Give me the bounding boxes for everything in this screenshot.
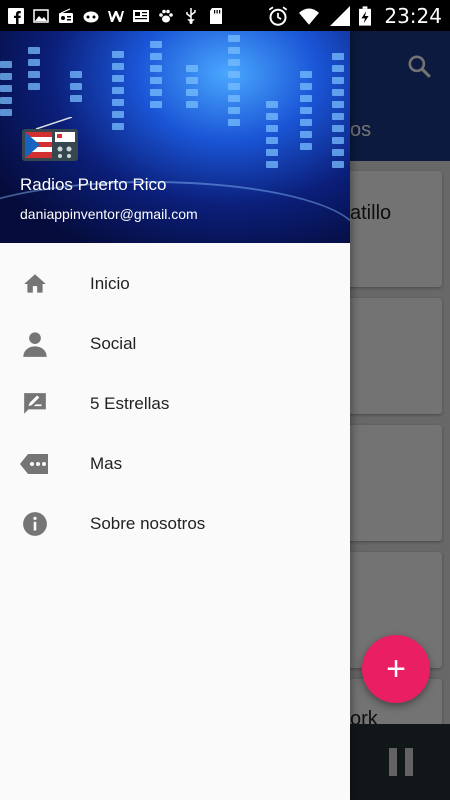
sd-card-icon xyxy=(210,7,222,24)
drawer-item-sobre-nosotros[interactable]: Sobre nosotros xyxy=(0,494,350,554)
drawer-item-inicio[interactable]: Inicio xyxy=(0,254,350,314)
info-icon xyxy=(20,509,50,539)
drawer-item-label: 5 Estrellas xyxy=(90,394,170,413)
facebook-icon xyxy=(8,7,24,24)
image-icon xyxy=(33,8,49,23)
drawer-item-label: Sobre nosotros xyxy=(90,514,206,533)
drawer-header-email: daniappinventor@gmail.com xyxy=(20,206,198,222)
status-bar-notifications xyxy=(8,7,224,24)
news-icon xyxy=(133,9,149,22)
drawer-item-social[interactable]: Social xyxy=(0,314,350,374)
usb-icon xyxy=(186,7,196,24)
home-icon xyxy=(20,269,50,299)
drawer-header-title: Radios Puerto Rico xyxy=(20,175,167,194)
radio-logo-icon xyxy=(22,117,78,161)
rate-review-icon xyxy=(20,389,50,419)
drawer-menu: Inicio Social 5 Estrellas Mas Sobre noso… xyxy=(0,254,350,554)
drawer-item-label: Mas xyxy=(90,454,123,473)
drawer-item-mas[interactable]: Mas xyxy=(0,434,350,494)
person-icon xyxy=(20,329,50,359)
alarm-icon xyxy=(269,6,288,26)
drawer-item-label: Inicio xyxy=(90,274,130,293)
clock: 23:24 xyxy=(384,3,442,28)
drawer-item-5-estrellas[interactable]: 5 Estrellas xyxy=(0,374,350,434)
wifi-icon xyxy=(299,8,320,25)
gamepad-icon xyxy=(83,11,99,22)
w-app-icon xyxy=(108,10,124,22)
signal-icon xyxy=(330,5,351,26)
add-fab-button[interactable]: + xyxy=(362,635,430,703)
battery-charging-icon xyxy=(359,5,372,26)
status-bar: 23:24 xyxy=(0,0,450,31)
more-label-icon xyxy=(20,449,50,479)
paw-icon xyxy=(159,9,173,22)
radio-icon xyxy=(59,7,73,23)
drawer-header: Radios Puerto Rico daniappinventor@gmail… xyxy=(0,31,350,243)
status-bar-system: 23:24 xyxy=(268,4,442,28)
drawer-item-label: Social xyxy=(90,334,137,353)
navigation-drawer: Radios Puerto Rico daniappinventor@gmail… xyxy=(0,31,350,800)
